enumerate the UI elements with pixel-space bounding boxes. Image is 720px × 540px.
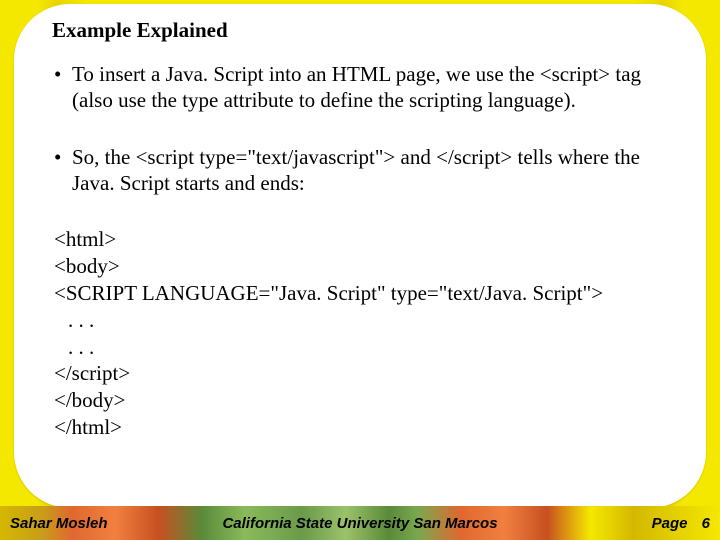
code-line: </body> <box>54 387 666 414</box>
bullet-item: • So, the <script type="text/javascript"… <box>54 144 666 197</box>
bullet-text: To insert a Java. Script into an HTML pa… <box>72 61 666 114</box>
page-label: Page <box>652 515 688 532</box>
footer-institution: California State University San Marcos <box>222 515 497 532</box>
code-line: </html> <box>54 414 666 441</box>
slide-footer: Sahar Mosleh California State University… <box>0 506 720 540</box>
code-line: <body> <box>54 253 666 280</box>
code-line: </script> <box>54 360 666 387</box>
bullet-text: So, the <script type="text/javascript"> … <box>72 144 666 197</box>
bullet-dot: • <box>54 61 72 114</box>
bullet-item: • To insert a Java. Script into an HTML … <box>54 61 666 114</box>
footer-author: Sahar Mosleh <box>10 515 108 532</box>
footer-page: Page 6 <box>652 515 710 532</box>
code-line: . . . <box>54 307 666 334</box>
bullet-dot: • <box>54 144 72 197</box>
code-line: . . . <box>54 334 666 361</box>
code-line: <SCRIPT LANGUAGE="Java. Script" type="te… <box>54 280 666 307</box>
code-line: <html> <box>54 226 666 253</box>
slide-title: Example Explained <box>52 18 666 43</box>
code-example: <html> <body> <SCRIPT LANGUAGE="Java. Sc… <box>54 226 666 441</box>
slide-card: Example Explained • To insert a Java. Sc… <box>14 4 706 508</box>
page-number: 6 <box>702 515 710 532</box>
